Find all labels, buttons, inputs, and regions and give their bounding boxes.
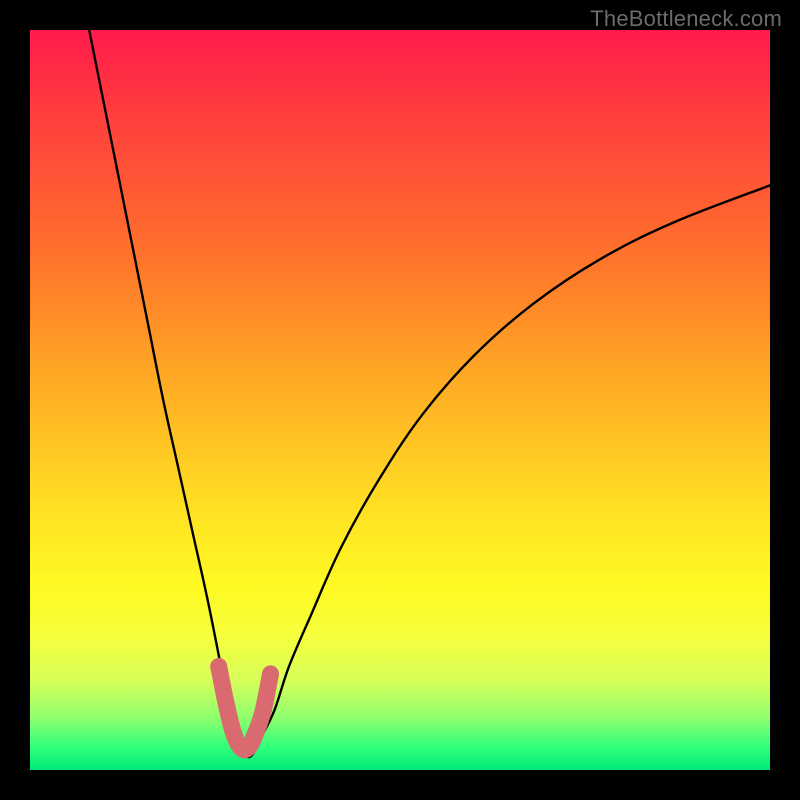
bottleneck-curve (89, 30, 770, 757)
chart-frame: TheBottleneck.com (0, 0, 800, 800)
watermark-text: TheBottleneck.com (590, 6, 782, 32)
plot-area (30, 30, 770, 770)
trough-highlight (219, 666, 271, 749)
curve-layer (30, 30, 770, 770)
